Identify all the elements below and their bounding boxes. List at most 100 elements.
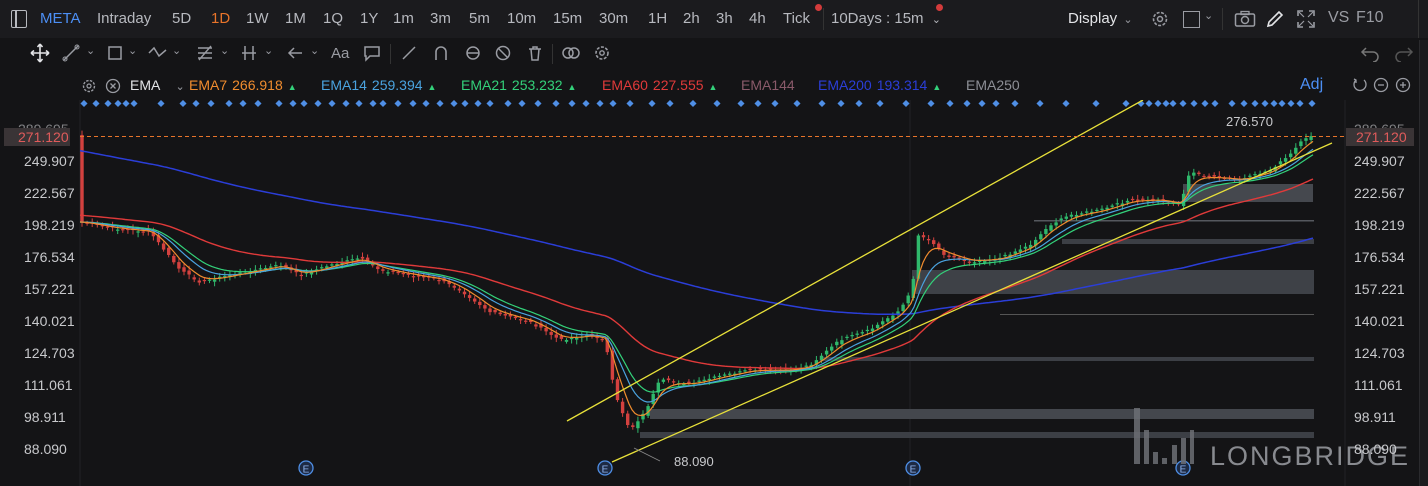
axis-label-left: 176.534 — [24, 249, 75, 265]
tab-timeframe-tick[interactable]: Tick — [783, 10, 810, 27]
chevron-down-icon[interactable]: ⌄ — [264, 44, 273, 57]
price-zone — [820, 357, 1314, 361]
f10-button[interactable]: F10 — [1356, 9, 1384, 27]
legend-ema144[interactable]: EMA144 — [741, 77, 805, 93]
comment-tool-icon[interactable] — [363, 44, 381, 62]
candle-body — [840, 340, 844, 345]
compare-icon[interactable] — [560, 44, 582, 62]
undo-icon[interactable] — [1360, 44, 1380, 62]
camera-icon[interactable] — [1234, 10, 1256, 28]
hide-drawings-icon[interactable] — [494, 44, 512, 62]
right-edge-scrollbar[interactable] — [1419, 40, 1428, 486]
range-select[interactable]: 10Days : 15m ⌄ — [831, 10, 941, 27]
candle-body — [569, 337, 574, 340]
close-circle-icon[interactable] — [105, 78, 121, 94]
candle-body — [1283, 158, 1288, 162]
tab-timeframe-10m[interactable]: 10m — [507, 10, 536, 27]
chevron-down-icon[interactable]: ⌄ — [86, 44, 95, 57]
trend-up-arrow-icon: ▲ — [567, 82, 577, 92]
crosshair-move-icon[interactable] — [30, 43, 50, 63]
layout-square-icon[interactable] — [1183, 11, 1200, 28]
high-value: 276.570 — [1226, 114, 1273, 129]
tab-timeframe-1h[interactable]: 1H — [648, 10, 667, 27]
settings-icon[interactable] — [593, 44, 611, 62]
price-zone — [1062, 239, 1314, 244]
tab-timeframe-1m[interactable]: 1M — [285, 10, 306, 27]
candle-body — [901, 304, 905, 312]
candle-body — [1207, 175, 1211, 177]
chevron-down-icon[interactable]: ⌄ — [310, 44, 319, 57]
axis-label-right: 249.907 — [1354, 153, 1405, 169]
magnet-icon[interactable] — [432, 44, 450, 62]
adj-button[interactable]: Adj — [1300, 76, 1323, 94]
trash-icon[interactable] — [526, 44, 544, 62]
candle-body — [717, 375, 722, 378]
signal-dot — [1179, 100, 1187, 108]
chevron-down-icon[interactable]: ⌄ — [1204, 9, 1213, 22]
tab-timeframe-3m[interactable]: 3m — [430, 10, 451, 27]
axis-label-left: 249.907 — [24, 153, 75, 169]
price-zone — [640, 432, 1314, 438]
trend-line-upper[interactable] — [566, 100, 1144, 422]
legend-ema21[interactable]: EMA21 253.232 ▲ — [461, 77, 576, 93]
tab-timeframe-1w[interactable]: 1W — [246, 10, 269, 27]
indicator-dropdown[interactable]: EMA ⌄ — [130, 77, 185, 93]
candle-body — [1079, 213, 1084, 215]
tab-timeframe-intraday[interactable]: Intraday — [97, 10, 151, 27]
trendline-tool-icon[interactable] — [62, 44, 80, 62]
text-tool-icon[interactable]: Aa — [331, 45, 349, 62]
tab-timeframe-1d[interactable]: 1D — [211, 10, 230, 27]
zoom-in-icon[interactable] — [1395, 77, 1411, 93]
signal-dot — [1308, 100, 1316, 108]
reset-icon[interactable] — [1352, 77, 1368, 93]
legend-ema14[interactable]: EMA14 259.394 ▲ — [321, 77, 436, 93]
signal-dot — [474, 100, 482, 108]
chevron-down-icon[interactable]: ⌄ — [128, 44, 137, 57]
legend-ema250[interactable]: EMA250 — [966, 77, 1030, 93]
tab-timeframe-1m[interactable]: 1m — [393, 10, 414, 27]
candle-body — [411, 276, 416, 278]
candle-body — [274, 265, 278, 267]
symbol-label[interactable]: META — [40, 10, 81, 27]
arrow-left-tool-icon[interactable] — [286, 44, 304, 62]
tab-timeframe-1q[interactable]: 1Q — [323, 10, 343, 27]
tab-timeframe-15m[interactable]: 15m — [553, 10, 582, 27]
tab-timeframe-5m[interactable]: 5m — [469, 10, 490, 27]
panel-toggle-icon[interactable] — [11, 10, 27, 28]
legend-ema60[interactable]: EMA60 227.555 ▲ — [602, 77, 717, 93]
rectangle-tool-icon[interactable] — [106, 44, 124, 62]
chevron-down-icon[interactable]: ⌄ — [172, 44, 181, 57]
redo-icon[interactable] — [1394, 44, 1414, 62]
signal-dot — [855, 100, 863, 108]
ruler-icon[interactable] — [400, 44, 418, 62]
display-dropdown[interactable]: Display ⌄ — [1068, 10, 1133, 27]
signal-dot — [314, 100, 322, 108]
legend-ema7[interactable]: EMA7 266.918 ▲ — [189, 77, 297, 93]
lock-drawings-icon[interactable] — [464, 44, 482, 62]
measure-tool-icon[interactable] — [240, 44, 258, 62]
gear-icon[interactable] — [1150, 9, 1170, 29]
candle-body — [1248, 175, 1252, 177]
tab-timeframe-30m[interactable]: 30m — [599, 10, 628, 27]
signal-dot — [1190, 100, 1198, 108]
tab-timeframe-3h[interactable]: 3h — [716, 10, 733, 27]
price-chart[interactable]: EEEE 276.570 88.090 LONGBRIDGE — [0, 100, 1428, 486]
axis-label-right: 111.061 — [1354, 377, 1403, 393]
pencil-icon[interactable] — [1265, 9, 1285, 29]
candle-body — [615, 379, 620, 401]
signal-dot — [300, 100, 308, 108]
zoom-out-icon[interactable] — [1373, 77, 1389, 93]
tab-timeframe-5d[interactable]: 5D — [172, 10, 191, 27]
fibonacci-tool-icon[interactable] — [196, 44, 214, 62]
candle-body — [722, 374, 727, 376]
tab-timeframe-2h[interactable]: 2h — [683, 10, 700, 27]
signal-dot — [793, 100, 801, 108]
fullscreen-icon[interactable] — [1296, 9, 1316, 29]
tab-timeframe-4h[interactable]: 4h — [749, 10, 766, 27]
chevron-down-icon[interactable]: ⌄ — [220, 44, 229, 57]
vs-button[interactable]: VS — [1328, 9, 1349, 27]
legend-ema200[interactable]: EMA200 193.314 ▲ — [818, 77, 941, 93]
tab-timeframe-1y[interactable]: 1Y — [360, 10, 378, 27]
polyline-tool-icon[interactable] — [148, 44, 168, 62]
gear-icon[interactable] — [81, 78, 97, 94]
